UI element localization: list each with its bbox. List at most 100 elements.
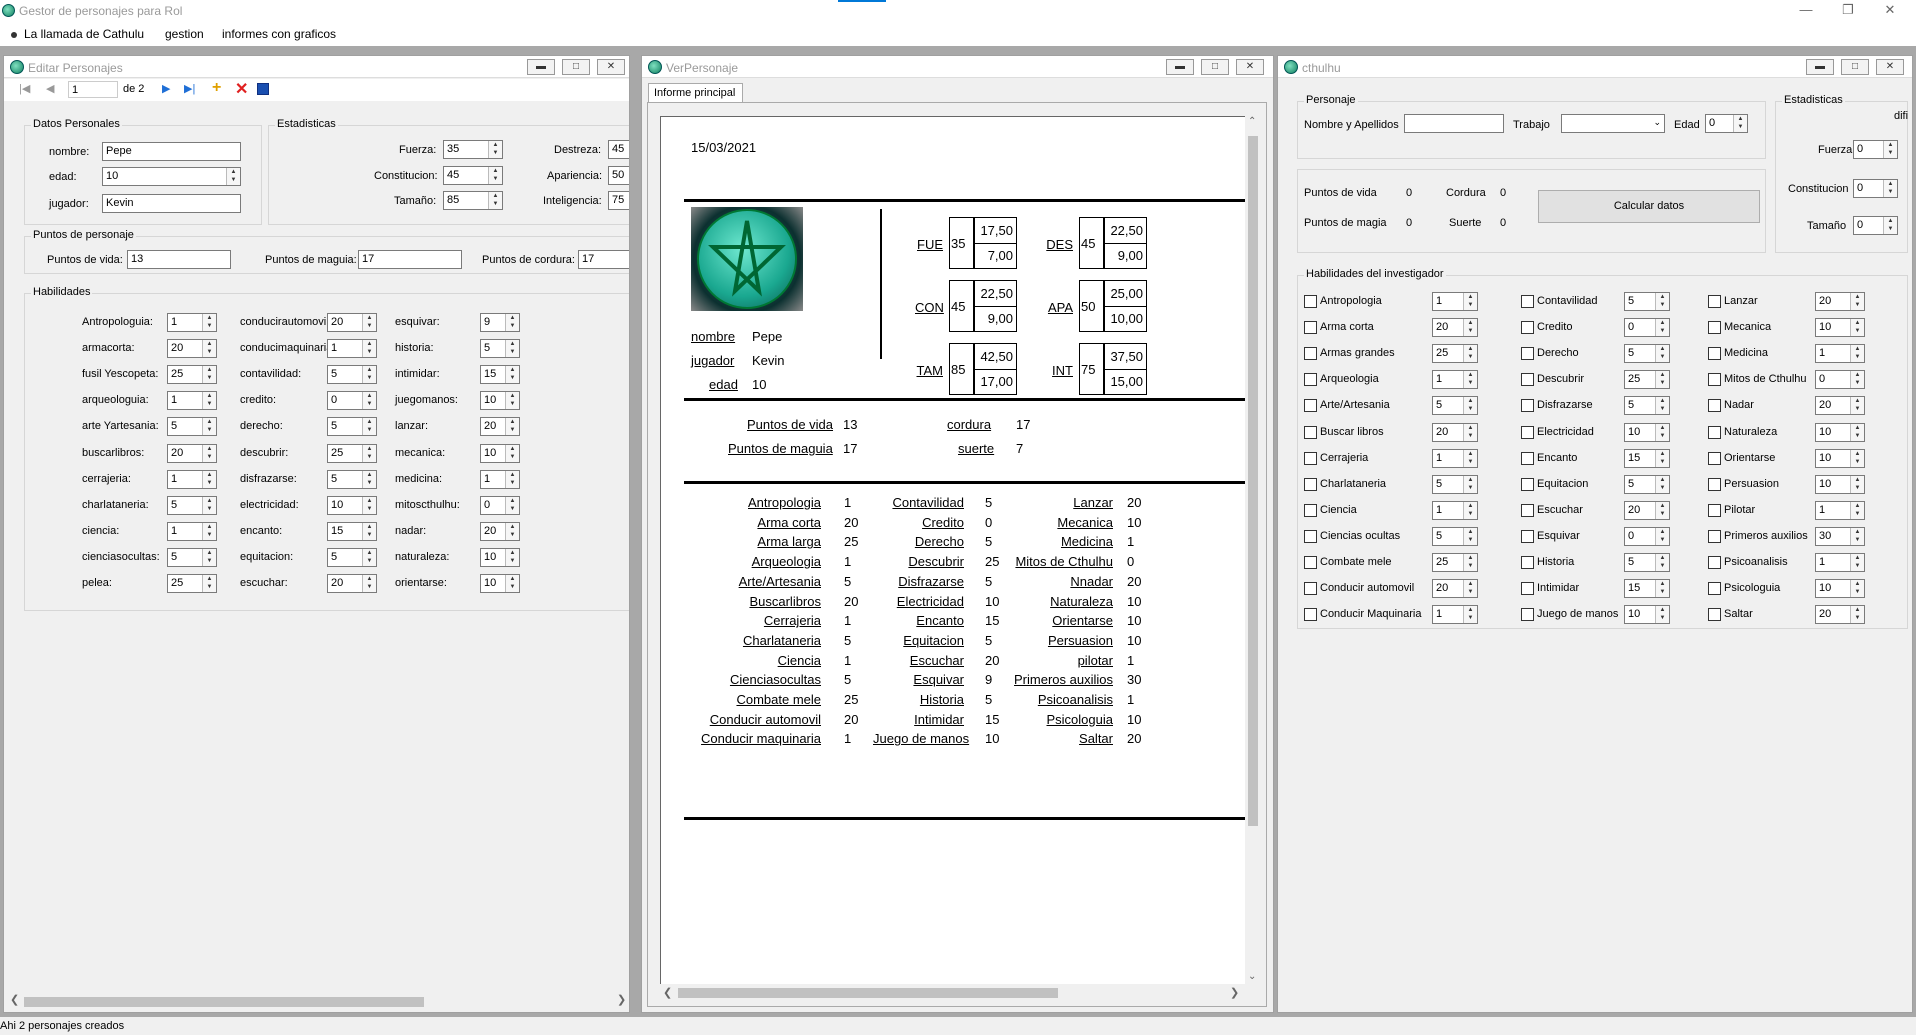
spinner-arrows-icon[interactable]: ▲ ▼	[1463, 554, 1477, 571]
spinner-arrows-icon[interactable]: ▲ ▼	[1883, 180, 1897, 197]
skill-spinner[interactable]: 15 ▲ ▼	[1624, 448, 1670, 468]
spinner-arrows-icon[interactable]: ▲ ▼	[362, 548, 376, 566]
skill-spinner[interactable]: 0 ▲ ▼	[1815, 370, 1865, 390]
skill-checkbox[interactable]	[1304, 582, 1317, 596]
skill-spinner[interactable]: 10 ▲ ▼	[480, 574, 520, 593]
spinner-arrows-icon[interactable]: ▲ ▼	[1655, 527, 1669, 545]
skill-checkbox[interactable]	[1521, 347, 1534, 361]
skill-spinner[interactable]: 20 ▲ ▼	[1815, 292, 1865, 311]
spinner-arrows-icon[interactable]: ▲ ▼	[1850, 580, 1864, 598]
skill-checkbox[interactable]	[1521, 373, 1534, 387]
close-icon[interactable]: ✕	[1236, 59, 1264, 75]
skill-checkbox[interactable]	[1521, 295, 1534, 308]
skill-checkbox[interactable]	[1708, 608, 1721, 622]
spinner-arrows-icon[interactable]: ▲ ▼	[1655, 319, 1669, 337]
skill-checkbox[interactable]	[1521, 451, 1534, 465]
skill-checkbox[interactable]	[1521, 477, 1534, 491]
spinner-arrows-icon[interactable]: ▲ ▼	[362, 314, 376, 331]
skill-checkbox[interactable]	[1521, 503, 1534, 517]
skill-spinner[interactable]: 1 ▲ ▼	[167, 391, 217, 411]
close-icon[interactable]: ✕	[1870, 2, 1910, 18]
skill-spinner[interactable]: 25 ▲ ▼	[1624, 370, 1670, 390]
skill-spinner[interactable]: 1 ▲ ▼	[1432, 605, 1478, 625]
spinner-arrows-icon[interactable]: ▲ ▼	[505, 548, 519, 566]
skill-spinner[interactable]: 10 ▲ ▼	[1815, 318, 1865, 338]
spinner-arrows-icon[interactable]: ▲ ▼	[1850, 293, 1864, 310]
restore-icon[interactable]: ❐	[1828, 2, 1868, 18]
spinner-arrows-icon[interactable]: ▲ ▼	[1463, 293, 1477, 310]
skill-checkbox[interactable]	[1304, 477, 1317, 491]
skill-spinner[interactable]: 5 ▲ ▼	[1624, 553, 1670, 572]
skill-spinner[interactable]: 10 ▲ ▼	[480, 547, 520, 567]
spinner-arrows-icon[interactable]: ▲ ▼	[505, 522, 519, 540]
skill-spinner[interactable]: 5 ▲ ▼	[167, 495, 217, 515]
spinner-arrows-icon[interactable]: ▲ ▼	[202, 418, 216, 436]
skill-spinner[interactable]: 1 ▲ ▼	[1432, 500, 1478, 520]
skill-checkbox[interactable]	[1521, 321, 1534, 335]
spinner-arrows-icon[interactable]: ▲ ▼	[1463, 371, 1477, 389]
spinner-arrows-icon[interactable]: ▲ ▼	[202, 470, 216, 488]
spinner-arrows-icon[interactable]: ▲ ▼	[488, 141, 502, 158]
spinner-arrows-icon[interactable]: ▲ ▼	[1463, 397, 1477, 415]
skill-spinner[interactable]: 20 ▲ ▼	[327, 313, 377, 332]
skill-spinner[interactable]: 20 ▲ ▼	[327, 574, 377, 593]
skill-spinner[interactable]: 10 ▲ ▼	[480, 443, 520, 463]
skill-checkbox[interactable]	[1521, 425, 1534, 439]
inteligencia-spinner[interactable]: 75	[608, 191, 629, 210]
skill-spinner[interactable]: 10 ▲ ▼	[1624, 422, 1670, 442]
jugador-input[interactable]: Kevin	[102, 194, 241, 213]
edad-spinner[interactable]: 0 ▲ ▼	[1705, 114, 1748, 133]
edad-spinner[interactable]: 10 ▲ ▼	[102, 167, 241, 186]
close-icon[interactable]: ✕	[597, 59, 625, 75]
skill-spinner[interactable]: 20 ▲ ▼	[480, 417, 520, 437]
spinner-arrows-icon[interactable]: ▲ ▼	[1883, 141, 1897, 158]
skill-checkbox[interactable]	[1304, 529, 1317, 543]
tab-informe-principal[interactable]: Informe principal	[648, 83, 743, 103]
fuerza-spinner[interactable]: 0 ▲ ▼	[1853, 140, 1898, 159]
fuerza-spinner[interactable]: 35 ▲ ▼	[443, 140, 503, 159]
spinner-arrows-icon[interactable]: ▲ ▼	[1850, 475, 1864, 493]
scroll-thumb[interactable]	[678, 988, 1058, 998]
spinner-arrows-icon[interactable]: ▲ ▼	[1655, 371, 1669, 389]
skill-spinner[interactable]: 5 ▲ ▼	[167, 547, 217, 567]
skill-spinner[interactable]: 10 ▲ ▼	[1624, 605, 1670, 625]
skill-spinner[interactable]: 10 ▲ ▼	[327, 495, 377, 515]
spinner-arrows-icon[interactable]: ▲ ▼	[488, 167, 502, 184]
skill-spinner[interactable]: 20 ▲ ▼	[1432, 318, 1478, 338]
skill-spinner[interactable]: 10 ▲ ▼	[1815, 422, 1865, 442]
spinner-arrows-icon[interactable]: ▲ ▼	[362, 444, 376, 462]
skill-checkbox[interactable]	[1708, 321, 1721, 335]
scroll-up-icon[interactable]: ⌃	[1248, 116, 1256, 127]
add-record-icon[interactable]: +	[212, 79, 221, 97]
minimize-icon[interactable]: ▬	[1806, 59, 1834, 75]
spinner-arrows-icon[interactable]: ▲ ▼	[1883, 217, 1897, 234]
spinner-arrows-icon[interactable]: ▲ ▼	[362, 496, 376, 514]
save-icon[interactable]	[257, 83, 269, 95]
skill-spinner[interactable]: 10 ▲ ▼	[480, 391, 520, 411]
spinner-arrows-icon[interactable]: ▲ ▼	[1655, 397, 1669, 415]
skill-spinner[interactable]: 20 ▲ ▼	[167, 443, 217, 463]
next-record-icon[interactable]: ▶	[162, 82, 170, 95]
spinner-arrows-icon[interactable]: ▲ ▼	[202, 340, 216, 358]
spinner-arrows-icon[interactable]: ▲ ▼	[1463, 527, 1477, 545]
skill-spinner[interactable]: 20 ▲ ▼	[1815, 396, 1865, 416]
skill-checkbox[interactable]	[1521, 608, 1534, 622]
skill-spinner[interactable]: 1 ▲ ▼	[1815, 553, 1865, 572]
spinner-arrows-icon[interactable]: ▲ ▼	[1850, 606, 1864, 624]
menu-informes[interactable]: informes con graficos	[222, 27, 336, 41]
spinner-arrows-icon[interactable]: ▲ ▼	[362, 392, 376, 410]
spinner-arrows-icon[interactable]: ▲ ▼	[1850, 345, 1864, 363]
spinner-arrows-icon[interactable]: ▲ ▼	[1655, 345, 1669, 363]
spinner-arrows-icon[interactable]: ▲ ▼	[1655, 475, 1669, 493]
scroll-left-icon[interactable]: ❮	[10, 993, 19, 1006]
skill-checkbox[interactable]	[1304, 608, 1317, 622]
spinner-arrows-icon[interactable]: ▲ ▼	[1655, 554, 1669, 571]
spinner-arrows-icon[interactable]: ▲ ▼	[1655, 293, 1669, 310]
scroll-right-icon[interactable]: ❯	[617, 993, 626, 1006]
first-record-icon[interactable]: |◀	[19, 82, 30, 95]
spinner-arrows-icon[interactable]: ▲ ▼	[505, 470, 519, 488]
spinner-arrows-icon[interactable]: ▲ ▼	[202, 548, 216, 566]
skill-checkbox[interactable]	[1708, 477, 1721, 491]
skill-checkbox[interactable]	[1304, 425, 1317, 439]
skill-spinner[interactable]: 25 ▲ ▼	[327, 443, 377, 463]
